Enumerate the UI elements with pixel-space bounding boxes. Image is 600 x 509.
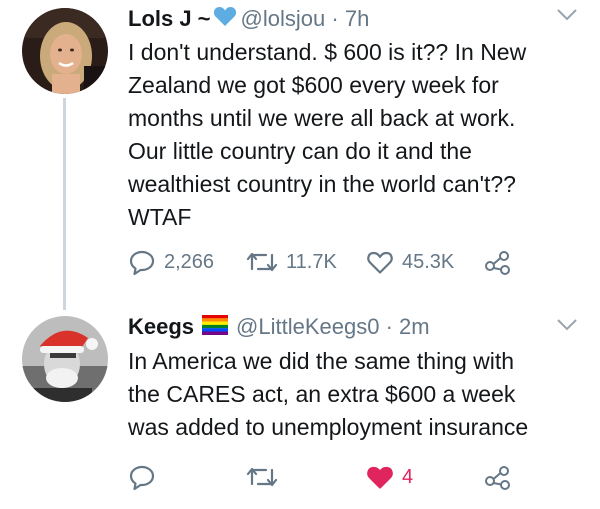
tweet-text: In America we did the same thing with th… xyxy=(128,348,529,440)
separator: · xyxy=(331,6,339,31)
reply-icon xyxy=(128,248,156,276)
user-handle[interactable]: @lolsjou xyxy=(241,6,326,31)
chevron-down-icon[interactable] xyxy=(556,318,578,332)
retweet-icon xyxy=(246,249,278,275)
heart-icon xyxy=(366,249,394,275)
reply-icon xyxy=(128,463,156,491)
display-name[interactable]: Lols J ~ xyxy=(128,6,211,31)
retweet-count: 11.7K xyxy=(286,250,337,273)
reply-button[interactable] xyxy=(128,460,164,494)
share-icon xyxy=(484,463,512,491)
reply-button[interactable]: 2,266 xyxy=(128,245,214,279)
rainbow-flag-icon xyxy=(202,313,229,343)
display-name[interactable]: Keegs xyxy=(128,314,194,339)
heart-icon xyxy=(366,464,394,490)
tweet-header: Lols J ~ @lolsjou · 7h xyxy=(128,4,369,35)
retweet-icon xyxy=(246,464,278,490)
like-button[interactable]: 45.3K xyxy=(366,245,454,279)
timestamp[interactable]: 2m xyxy=(399,314,430,339)
like-count: 4 xyxy=(402,465,414,488)
retweet-button[interactable] xyxy=(246,460,286,494)
share-button[interactable] xyxy=(484,460,512,494)
avatar-lolsjou[interactable] xyxy=(22,8,108,94)
share-button[interactable] xyxy=(484,245,512,279)
like-count: 45.3K xyxy=(402,250,455,273)
reply-count: 2,266 xyxy=(164,250,215,273)
separator: · xyxy=(385,314,393,339)
retweet-button[interactable]: 11.7K xyxy=(246,245,337,279)
tweet-2[interactable]: Keegs @LittleKeegs0 · 2m In America we di… xyxy=(0,300,600,509)
tweet-header: Keegs @LittleKeegs0 · 2m xyxy=(128,312,430,343)
tweet-1[interactable]: Lols J ~ @lolsjou · 7h I don't understand… xyxy=(0,0,600,310)
timestamp[interactable]: 7h xyxy=(345,6,369,31)
blue-heart-icon xyxy=(213,5,237,35)
tweet-actions: 2,266 11.7K 45.3K xyxy=(128,245,578,279)
tweet-actions: 4 xyxy=(128,460,578,494)
share-icon xyxy=(484,248,512,276)
like-button[interactable]: 4 xyxy=(366,460,413,494)
thread-connector-line xyxy=(63,98,66,310)
avatar-littlekeegs0[interactable] xyxy=(22,316,108,402)
chevron-down-icon[interactable] xyxy=(556,8,578,22)
user-handle[interactable]: @LittleKeegs0 xyxy=(236,314,379,339)
tweet-text: I don't understand. $ 600 is it?? In New… xyxy=(128,39,527,230)
